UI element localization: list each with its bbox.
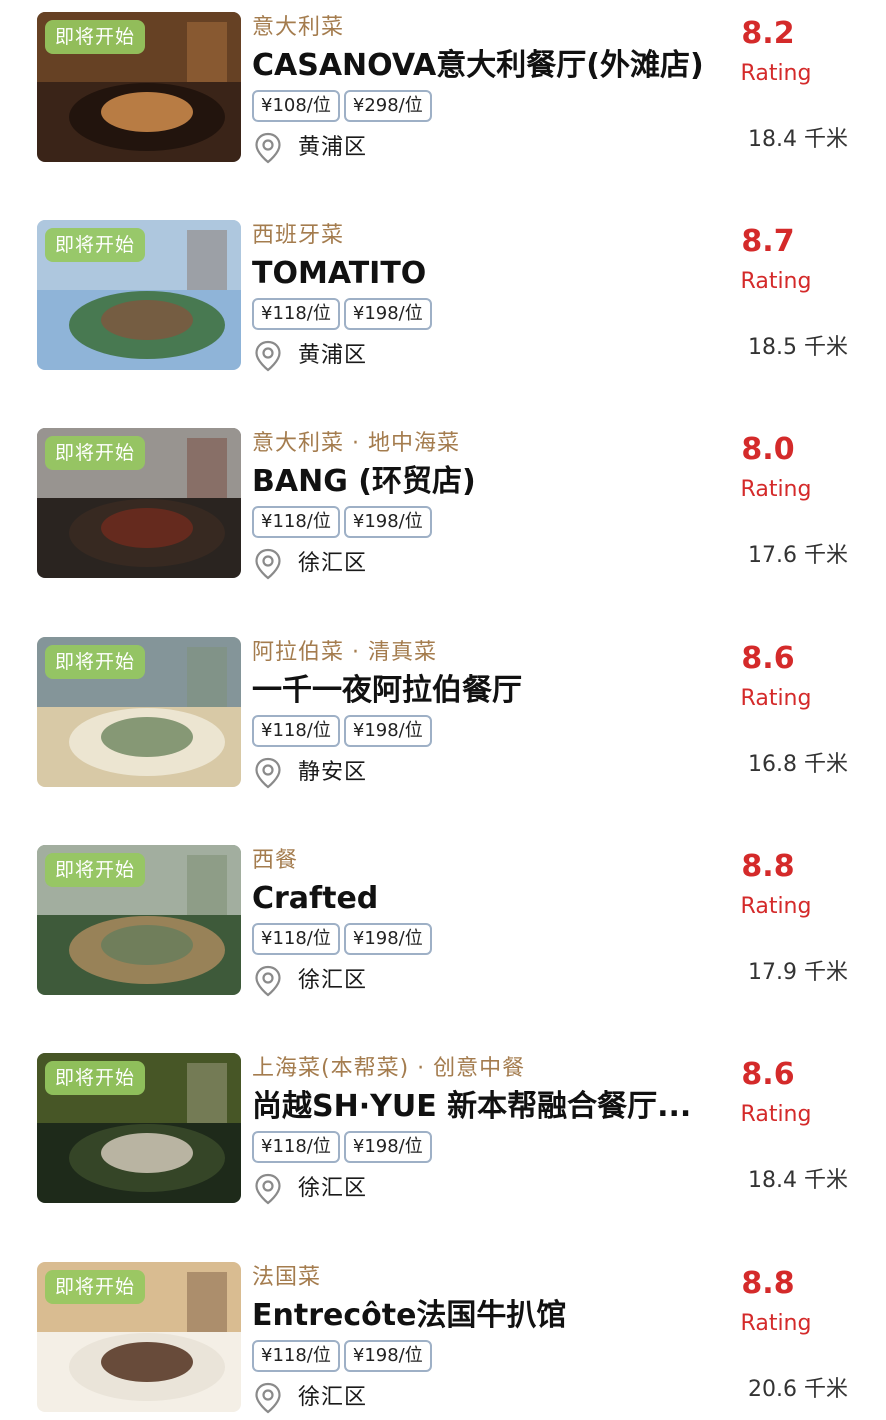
rating-label: Rating (740, 1311, 812, 1336)
rating-score: 8.6 (741, 641, 795, 676)
restaurant-photo[interactable]: 即将开始 (37, 845, 241, 995)
location-pin-icon (255, 132, 281, 164)
restaurant-list: 即将开始 意大利菜 CASANOVA意大利餐厅(外滩店) ¥108/位 ¥298/… (0, 0, 886, 1420)
rating-label: Rating (740, 894, 812, 919)
district-label: 静安区 (298, 760, 368, 785)
district-label: 徐汇区 (298, 551, 368, 576)
price-tag-dinner: ¥198/位 (343, 923, 432, 955)
price-tags: ¥118/位 ¥198/位 (252, 298, 432, 330)
upcoming-badge: 即将开始 (45, 1270, 146, 1304)
price-tag-dinner: ¥198/位 (343, 298, 432, 330)
rating-score: 8.6 (741, 1057, 795, 1092)
location-row: 徐汇区 (254, 546, 367, 582)
price-tags: ¥108/位 ¥298/位 (252, 90, 432, 122)
rating-score: 8.8 (741, 1266, 795, 1301)
rating-score: 8.8 (741, 849, 795, 884)
rating-score: 8.0 (741, 432, 795, 467)
rating-score: 8.7 (741, 224, 795, 259)
rating-label: Rating (740, 61, 812, 86)
restaurant-photo[interactable]: 即将开始 (37, 1262, 241, 1412)
rating-score: 8.2 (741, 16, 795, 51)
restaurant-photo[interactable]: 即将开始 (37, 220, 241, 370)
cuisine-tags: 西餐 (252, 848, 299, 873)
restaurant-card-1[interactable]: 即将开始 西班牙菜 TOMATITO ¥118/位 ¥198/位 黄浦区 8.7 … (0, 220, 886, 380)
distance-label: 18.4 千米 (748, 127, 848, 152)
location-row: 黄浦区 (254, 338, 367, 374)
price-tag-lunch: ¥118/位 (252, 506, 340, 538)
restaurant-name[interactable]: 一千一夜阿拉伯餐厅 (252, 671, 732, 711)
price-tags: ¥118/位 ¥198/位 (252, 1131, 432, 1163)
price-tag-lunch: ¥118/位 (252, 298, 340, 330)
distance-label: 17.6 千米 (748, 543, 848, 568)
cuisine-tags: 上海菜(本帮菜) · 创意中餐 (252, 1056, 526, 1081)
restaurant-name[interactable]: TOMATITO (252, 254, 732, 294)
restaurant-card-3[interactable]: 即将开始 阿拉伯菜 · 清真菜 一千一夜阿拉伯餐厅 ¥118/位 ¥198/位 静… (0, 637, 886, 797)
price-tag-lunch: ¥118/位 (252, 923, 340, 955)
district-label: 徐汇区 (298, 1176, 368, 1201)
price-tags: ¥118/位 ¥198/位 (252, 715, 432, 747)
price-tag-dinner: ¥198/位 (343, 1340, 432, 1372)
price-tag-lunch: ¥118/位 (252, 715, 340, 747)
rating-label: Rating (740, 1102, 812, 1127)
distance-label: 20.6 千米 (748, 1377, 848, 1402)
restaurant-card-6[interactable]: 即将开始 法国菜 Entrecôte法国牛扒馆 ¥118/位 ¥198/位 徐汇区… (0, 1262, 886, 1420)
upcoming-badge: 即将开始 (45, 1061, 146, 1095)
rating-label: Rating (740, 686, 812, 711)
price-tag-lunch: ¥118/位 (252, 1340, 340, 1372)
restaurant-card-4[interactable]: 即将开始 西餐 Crafted ¥118/位 ¥198/位 徐汇区 8.8 Rat… (0, 845, 886, 1005)
price-tags: ¥118/位 ¥198/位 (252, 506, 432, 538)
restaurant-photo[interactable]: 即将开始 (37, 428, 241, 578)
location-pin-icon (255, 757, 281, 789)
upcoming-badge: 即将开始 (45, 645, 146, 679)
location-row: 黄浦区 (254, 130, 367, 166)
restaurant-photo[interactable]: 即将开始 (37, 12, 241, 162)
cuisine-tags: 西班牙菜 (252, 223, 345, 248)
rating-label: Rating (740, 477, 812, 502)
price-tag-dinner: ¥198/位 (343, 506, 432, 538)
price-tag-dinner: ¥198/位 (343, 715, 432, 747)
distance-label: 16.8 千米 (748, 752, 848, 777)
upcoming-badge: 即将开始 (45, 853, 146, 887)
price-tags: ¥118/位 ¥198/位 (252, 1340, 432, 1372)
location-pin-icon (255, 1173, 281, 1205)
restaurant-card-2[interactable]: 即将开始 意大利菜 · 地中海菜 BANG (环贸店) ¥118/位 ¥198/位… (0, 428, 886, 588)
cuisine-tags: 阿拉伯菜 · 清真菜 (252, 640, 437, 665)
restaurant-name[interactable]: CASANOVA意大利餐厅(外滩店) (252, 46, 732, 86)
price-tags: ¥118/位 ¥198/位 (252, 923, 432, 955)
upcoming-badge: 即将开始 (45, 20, 146, 54)
district-label: 黄浦区 (298, 135, 368, 160)
cuisine-tags: 法国菜 (252, 1265, 322, 1290)
restaurant-card-0[interactable]: 即将开始 意大利菜 CASANOVA意大利餐厅(外滩店) ¥108/位 ¥298/… (0, 12, 886, 172)
restaurant-name[interactable]: 尚越SH·YUE 新本帮融合餐厅... (252, 1087, 732, 1127)
district-label: 徐汇区 (298, 1385, 368, 1410)
cuisine-tags: 意大利菜 (252, 15, 345, 40)
restaurant-name[interactable]: Entrecôte法国牛扒馆 (252, 1296, 732, 1336)
restaurant-card-5[interactable]: 即将开始 上海菜(本帮菜) · 创意中餐 尚越SH·YUE 新本帮融合餐厅...… (0, 1053, 886, 1213)
location-pin-icon (255, 340, 281, 372)
upcoming-badge: 即将开始 (45, 436, 146, 470)
price-tag-dinner: ¥298/位 (343, 90, 432, 122)
restaurant-photo[interactable]: 即将开始 (37, 637, 241, 787)
price-tag-dinner: ¥198/位 (343, 1131, 432, 1163)
district-label: 徐汇区 (298, 968, 368, 993)
location-row: 徐汇区 (254, 1171, 367, 1207)
restaurant-name[interactable]: BANG (环贸店) (252, 462, 732, 502)
price-tag-lunch: ¥118/位 (252, 1131, 340, 1163)
location-row: 徐汇区 (254, 963, 367, 999)
location-row: 徐汇区 (254, 1380, 367, 1416)
price-tag-lunch: ¥108/位 (252, 90, 340, 122)
location-row: 静安区 (254, 755, 367, 791)
upcoming-badge: 即将开始 (45, 228, 146, 262)
location-pin-icon (255, 1382, 281, 1414)
district-label: 黄浦区 (298, 343, 368, 368)
cuisine-tags: 意大利菜 · 地中海菜 (252, 431, 460, 456)
restaurant-photo[interactable]: 即将开始 (37, 1053, 241, 1203)
rating-label: Rating (740, 269, 812, 294)
location-pin-icon (255, 965, 281, 997)
distance-label: 17.9 千米 (748, 960, 848, 985)
restaurant-name[interactable]: Crafted (252, 879, 732, 919)
distance-label: 18.5 千米 (748, 335, 848, 360)
location-pin-icon (255, 548, 281, 580)
distance-label: 18.4 千米 (748, 1168, 848, 1193)
